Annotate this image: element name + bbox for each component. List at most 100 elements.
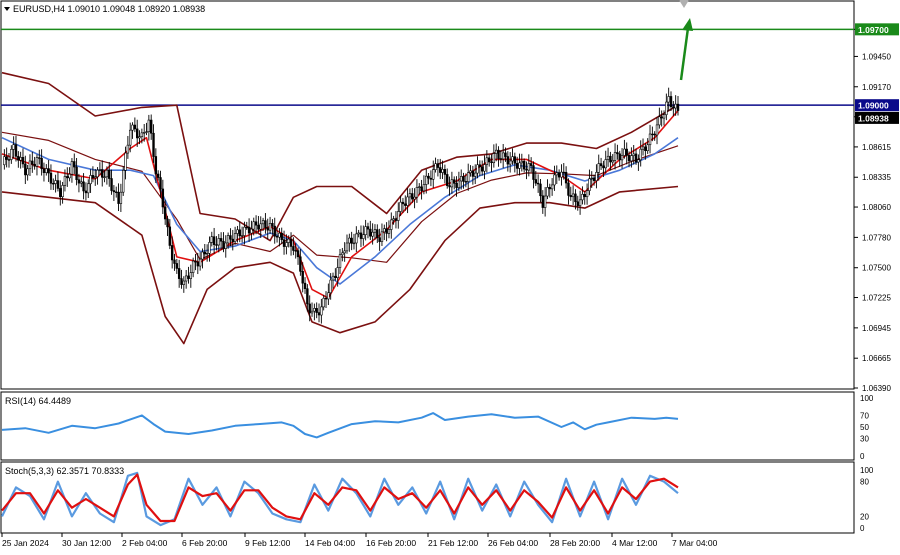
candle-body xyxy=(70,161,74,175)
candle-body xyxy=(334,275,337,278)
candle-body xyxy=(154,156,158,175)
candle-body xyxy=(180,278,183,285)
candle-body xyxy=(306,288,309,305)
candle-body xyxy=(287,238,290,243)
candle-body xyxy=(487,157,491,163)
candle-body xyxy=(40,158,43,170)
candle-body xyxy=(620,155,624,161)
candle-body xyxy=(254,221,258,226)
candle-body xyxy=(599,163,603,167)
candle-body xyxy=(320,306,323,316)
candle-body xyxy=(355,233,358,244)
candle-body xyxy=(212,236,216,245)
candle-body xyxy=(550,184,554,190)
candle-body xyxy=(420,186,423,192)
candle-body xyxy=(75,166,78,181)
candle-body xyxy=(506,156,510,165)
candle-body xyxy=(352,242,356,245)
candle-body xyxy=(413,196,416,200)
candle-body xyxy=(343,250,346,254)
candle-body xyxy=(250,228,253,234)
candle-body xyxy=(115,191,118,193)
price-tick-label: 1.08060 xyxy=(862,203,891,212)
target-price-label: 1.09700 xyxy=(858,25,889,35)
candle-body xyxy=(571,193,575,198)
candle-body xyxy=(226,235,230,244)
candle-body xyxy=(117,191,120,204)
candle-body xyxy=(145,131,148,133)
candle-body xyxy=(338,254,342,268)
candle-body xyxy=(376,229,379,238)
candle-body xyxy=(329,279,332,294)
candle-body xyxy=(653,133,656,136)
candle-body xyxy=(546,187,549,197)
candle-body xyxy=(518,162,521,169)
candle-body xyxy=(122,170,125,193)
candle-body xyxy=(98,169,102,171)
candle-body xyxy=(429,177,433,180)
candle-body xyxy=(282,239,286,247)
candle-body xyxy=(233,233,237,243)
candle-body xyxy=(182,280,186,285)
candle-body xyxy=(522,160,526,170)
resistance-price-label: 1.09000 xyxy=(858,101,889,111)
candle-body xyxy=(613,152,617,161)
candle-body xyxy=(289,238,293,247)
candle-body xyxy=(266,227,269,231)
candle-body xyxy=(278,232,281,238)
candle-body xyxy=(268,223,272,231)
time-tick-label: 7 Mar 04:00 xyxy=(672,538,718,548)
candle-body xyxy=(460,176,463,182)
candle-body xyxy=(35,157,39,167)
candle-body xyxy=(292,246,295,251)
candle-body xyxy=(313,308,316,312)
candle-body xyxy=(175,263,179,269)
candle-body xyxy=(101,169,104,178)
candle-body xyxy=(198,258,202,267)
candle-body xyxy=(425,175,428,185)
candle-body xyxy=(534,179,538,184)
candle-body xyxy=(112,190,116,193)
candle-body xyxy=(138,136,141,139)
time-tick-label: 9 Feb 12:00 xyxy=(245,538,291,548)
price-tick-label: 1.09450 xyxy=(862,52,891,61)
candle-body xyxy=(236,229,239,234)
candle-body xyxy=(446,174,449,186)
candle-body xyxy=(473,172,477,177)
candle-body xyxy=(310,310,314,314)
candle-body xyxy=(159,177,162,190)
candle-body xyxy=(676,103,680,111)
candle-body xyxy=(441,169,444,173)
candle-body xyxy=(317,312,321,316)
candle-body xyxy=(231,238,234,243)
candle-body xyxy=(662,114,666,119)
candle-body xyxy=(418,186,421,188)
time-tick-label: 28 Feb 20:00 xyxy=(550,538,600,548)
candle-body xyxy=(177,268,181,279)
candle-body xyxy=(674,103,677,109)
candle-body xyxy=(294,250,297,252)
price-tick-label: 1.07780 xyxy=(862,233,891,242)
candle-body xyxy=(569,195,572,198)
candle-body xyxy=(348,237,351,244)
candle-body xyxy=(625,148,628,156)
candle-body xyxy=(383,228,386,233)
candle-body xyxy=(26,168,29,176)
chart-background xyxy=(0,0,900,555)
candle-body xyxy=(19,157,22,161)
candle-body xyxy=(168,226,172,246)
candle-body xyxy=(247,226,251,234)
candle-body xyxy=(390,219,393,230)
candle-body xyxy=(555,172,558,176)
price-tick-label: 1.06945 xyxy=(862,324,891,333)
candle-body xyxy=(345,242,349,252)
candle-body xyxy=(541,195,545,208)
candle-body xyxy=(52,183,55,185)
candle-body xyxy=(639,148,642,161)
candle-body xyxy=(142,132,146,134)
candle-body xyxy=(119,191,123,204)
candle-body xyxy=(201,251,204,260)
candle-body xyxy=(536,182,540,185)
candle-body xyxy=(38,157,41,159)
candle-body xyxy=(54,180,57,184)
